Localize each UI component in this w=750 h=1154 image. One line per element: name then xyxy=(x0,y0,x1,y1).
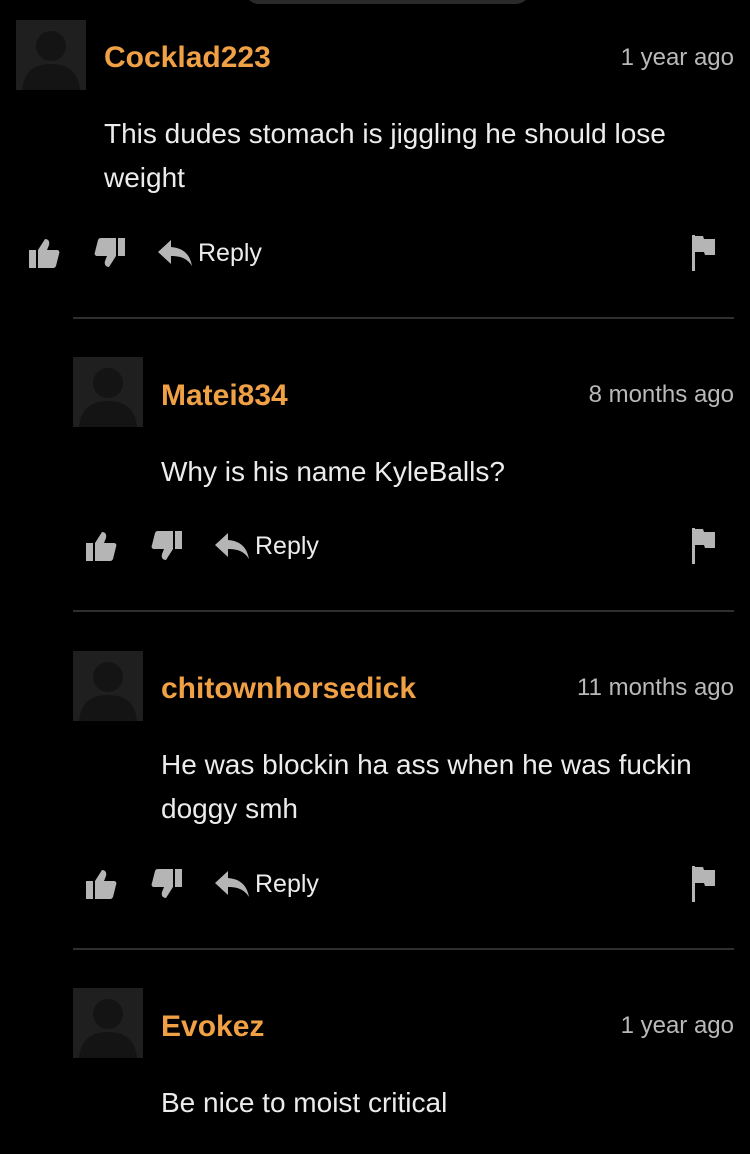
reply-button[interactable]: Reply xyxy=(213,862,319,906)
thumbs-down-icon xyxy=(151,869,182,898)
thumbs-up-icon xyxy=(86,870,117,899)
default-avatar-icon xyxy=(16,20,86,90)
dislike-button[interactable] xyxy=(147,524,187,568)
flag-icon xyxy=(692,235,715,271)
dislike-button[interactable] xyxy=(147,862,187,906)
flag-icon xyxy=(692,866,715,902)
reply-button[interactable]: Reply xyxy=(213,524,319,568)
flag-button[interactable] xyxy=(684,524,724,568)
comment-actions: Reply xyxy=(81,862,734,906)
thumbs-down-icon xyxy=(94,238,125,267)
reply-label: Reply xyxy=(255,870,319,898)
like-button[interactable] xyxy=(24,231,64,275)
dislike-button[interactable] xyxy=(90,231,130,275)
reply-arrow-icon xyxy=(215,871,249,897)
username[interactable]: Matei834 xyxy=(161,378,288,414)
avatar[interactable] xyxy=(73,988,143,1058)
thumbs-down-icon xyxy=(151,531,182,560)
comment-text: Be nice to moist critical xyxy=(161,1087,448,1118)
flag-button[interactable] xyxy=(684,862,724,906)
timestamp: 8 months ago xyxy=(588,381,734,408)
avatar[interactable] xyxy=(16,20,86,90)
like-button[interactable] xyxy=(81,524,121,568)
comment-text: Why is his name KyleBalls? xyxy=(161,456,505,487)
divider xyxy=(73,948,734,950)
thumbs-up-icon xyxy=(86,532,117,561)
divider xyxy=(73,317,734,319)
comment-text: This dudes stomach is jiggling he should… xyxy=(104,118,666,193)
comment-actions: Reply xyxy=(81,524,734,568)
default-avatar-icon xyxy=(73,651,143,721)
avatar[interactable] xyxy=(73,357,143,427)
reply-arrow-icon xyxy=(215,533,249,559)
timestamp: 1 year ago xyxy=(620,44,734,71)
timestamp: 1 year ago xyxy=(620,1012,734,1039)
like-button[interactable] xyxy=(81,862,121,906)
reply-button[interactable]: Reply xyxy=(156,231,262,275)
divider xyxy=(73,610,734,612)
default-avatar-icon xyxy=(73,988,143,1058)
reply-arrow-icon xyxy=(158,240,192,266)
username[interactable]: Evokez xyxy=(161,1009,264,1045)
reply-label: Reply xyxy=(255,532,319,560)
flag-icon xyxy=(692,528,715,564)
avatar[interactable] xyxy=(73,651,143,721)
flag-button[interactable] xyxy=(684,231,724,275)
top-tab-handle xyxy=(245,0,530,4)
username[interactable]: Cocklad223 xyxy=(104,40,271,76)
thumbs-up-icon xyxy=(29,239,60,268)
default-avatar-icon xyxy=(73,357,143,427)
comment-actions: Reply xyxy=(24,231,734,275)
username[interactable]: chitownhorsedick xyxy=(161,671,416,707)
timestamp: 11 months ago xyxy=(577,674,734,701)
reply-label: Reply xyxy=(198,239,262,267)
comment-text: He was blockin ha ass when he was fuckin… xyxy=(161,749,692,824)
